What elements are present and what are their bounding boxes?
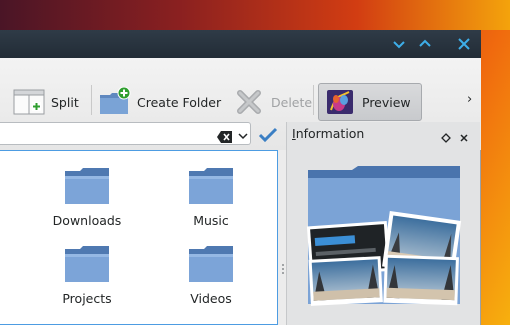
- delete-button[interactable]: Delete: [232, 83, 312, 121]
- information-panel: Information: [286, 122, 480, 325]
- clear-location-icon[interactable]: [217, 128, 232, 143]
- create-folder-label: Create Folder: [137, 94, 222, 110]
- window-titlebar[interactable]: [0, 30, 481, 58]
- item-label: Music: [193, 213, 229, 228]
- folder-icon: [186, 165, 236, 207]
- split-button[interactable]: Split: [12, 83, 79, 121]
- close-window-button[interactable]: [456, 36, 472, 52]
- file-manager-window: Split Create Folder Delete Preview › Dow…: [0, 30, 481, 325]
- item-label: Videos: [190, 291, 232, 306]
- close-panel-button[interactable]: [459, 128, 469, 142]
- split-label: Split: [51, 94, 79, 110]
- chevron-down-icon[interactable]: [237, 127, 249, 140]
- close-icon: [460, 134, 468, 142]
- toolbar-overflow-button[interactable]: ›: [467, 92, 472, 107]
- delete-label: Delete: [271, 94, 313, 110]
- desktop-wallpaper: [0, 0, 510, 30]
- split-view-icon: [12, 87, 46, 117]
- location-field[interactable]: [0, 122, 251, 145]
- list-item[interactable]: Music: [166, 165, 256, 228]
- folder-icon: [62, 165, 112, 207]
- preview-label: Preview: [362, 94, 411, 110]
- preview-button[interactable]: Preview: [318, 83, 422, 121]
- folder-preview-image: [304, 166, 464, 306]
- item-label: Projects: [62, 291, 112, 306]
- list-item[interactable]: Videos: [166, 243, 256, 306]
- chevron-down-icon: [393, 41, 405, 49]
- folder-icon: [186, 243, 236, 285]
- item-label: Downloads: [52, 213, 122, 228]
- minimize-button[interactable]: [391, 36, 407, 52]
- list-item[interactable]: Projects: [42, 243, 132, 306]
- panel-title-text: nformation: [295, 126, 365, 141]
- preview-icon: [323, 87, 357, 117]
- diamond-icon: [441, 133, 451, 143]
- create-folder-button[interactable]: Create Folder: [98, 83, 221, 121]
- list-item[interactable]: Downloads: [42, 165, 132, 228]
- panel-title: Information: [292, 126, 364, 141]
- delete-icon: [232, 87, 266, 117]
- float-panel-button[interactable]: [441, 128, 451, 143]
- chevron-up-icon: [419, 39, 431, 47]
- new-folder-icon: [98, 87, 132, 117]
- panel-splitter-handle[interactable]: [281, 260, 285, 274]
- close-icon: [458, 38, 470, 50]
- checkmark-icon: [258, 127, 278, 143]
- toolbar-separator: [91, 85, 92, 115]
- folder-icon: [62, 243, 112, 285]
- accept-location-button[interactable]: [258, 126, 278, 144]
- maximize-button[interactable]: [417, 36, 433, 52]
- toolbar-separator: [313, 85, 314, 115]
- folder-view[interactable]: Downloads Music Projects Videos: [0, 150, 278, 325]
